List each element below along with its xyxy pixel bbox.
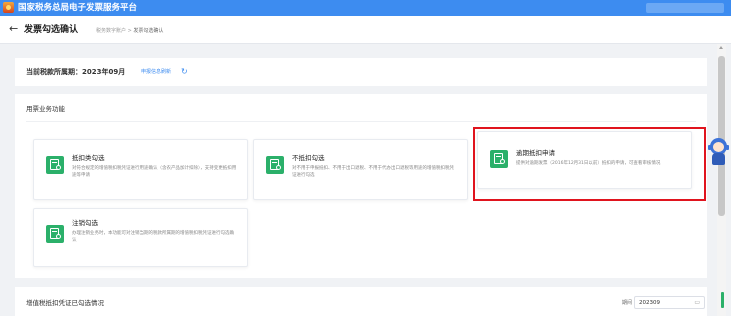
- highlight-box: [473, 127, 706, 201]
- card-title: 不抵扣勾选: [292, 154, 325, 162]
- tax-period-label: 当前税款所属期：2023年09月: [26, 68, 126, 76]
- side-indicator: [721, 292, 724, 308]
- scroll-up-arrow-icon[interactable]: [719, 46, 723, 49]
- tax-period-panel: 当前税款所属期：2023年09月 申报信息刷新 ↻: [15, 58, 707, 86]
- section-title: 用票业务功能: [26, 105, 65, 113]
- breadcrumb-current: 发票勾选确认: [133, 28, 164, 34]
- selection-summary-panel: 增值税抵扣凭证已勾选情况 期间 202309 ▭: [15, 287, 707, 316]
- refresh-declaration-link[interactable]: 申报信息刷新: [141, 69, 171, 76]
- breadcrumb: 税务数字账户 > 发票勾选确认: [96, 27, 163, 35]
- card-description: 办理注销业务时，本功能可对注销当期的税款所属期的增值税扣税凭证进行勾选确认: [72, 231, 234, 243]
- app-title: 国家税务总局电子发票服务平台: [18, 3, 138, 13]
- calendar-icon[interactable]: ▭: [694, 299, 700, 307]
- page-header: ← 发票勾选确认 税务数字账户 > 发票勾选确认: [0, 16, 731, 44]
- user-info[interactable]: [646, 3, 724, 13]
- tax-emblem-icon: [3, 2, 14, 13]
- page-scrollbar[interactable]: [717, 44, 726, 316]
- breadcrumb-separator: >: [127, 28, 132, 34]
- card-description: 对符合规定的增值税扣税凭证进行用途确认（含农产品加计扣除），支持变更抵扣用途等申…: [72, 166, 237, 178]
- top-bar: 国家税务总局电子发票服务平台: [0, 0, 731, 16]
- card-cancellation-selection[interactable]: 注销勾选 办理注销业务时，本功能可对注销当期的税款所属期的增值税扣税凭证进行勾选…: [33, 208, 248, 267]
- card-title: 注销勾选: [72, 219, 98, 227]
- invoice-cancel-icon: [46, 225, 64, 243]
- invoice-cross-icon: [266, 156, 284, 174]
- period-value: 202309: [639, 300, 660, 306]
- back-arrow-icon[interactable]: ←: [9, 23, 18, 35]
- assistant-avatar-icon[interactable]: [708, 138, 729, 166]
- card-deduction-selection[interactable]: 抵扣类勾选 对符合规定的增值税扣税凭证进行用途确认（含农产品加计扣除），支持变更…: [33, 139, 248, 200]
- scrollbar-thumb[interactable]: [718, 56, 725, 216]
- card-description: 对不用于申报抵扣、不用于出口退税、不用于代办出口退税等用途的增值税扣税凭证进行勾…: [292, 166, 454, 178]
- summary-title: 增值税抵扣凭证已勾选情况: [26, 299, 104, 307]
- divider: [26, 121, 696, 122]
- refresh-icon[interactable]: ↻: [181, 67, 188, 77]
- period-label: 期间: [622, 300, 633, 306]
- card-non-deduction-selection[interactable]: 不抵扣勾选 对不用于申报抵扣、不用于出口退税、不用于代办出口退税等用途的增值税扣…: [253, 139, 468, 200]
- page-title: 发票勾选确认: [24, 25, 79, 35]
- invoice-check-icon: [46, 156, 64, 174]
- card-title: 抵扣类勾选: [72, 154, 105, 162]
- period-picker[interactable]: 202309 ▭: [634, 296, 705, 309]
- breadcrumb-parent[interactable]: 税务数字账户: [96, 28, 126, 34]
